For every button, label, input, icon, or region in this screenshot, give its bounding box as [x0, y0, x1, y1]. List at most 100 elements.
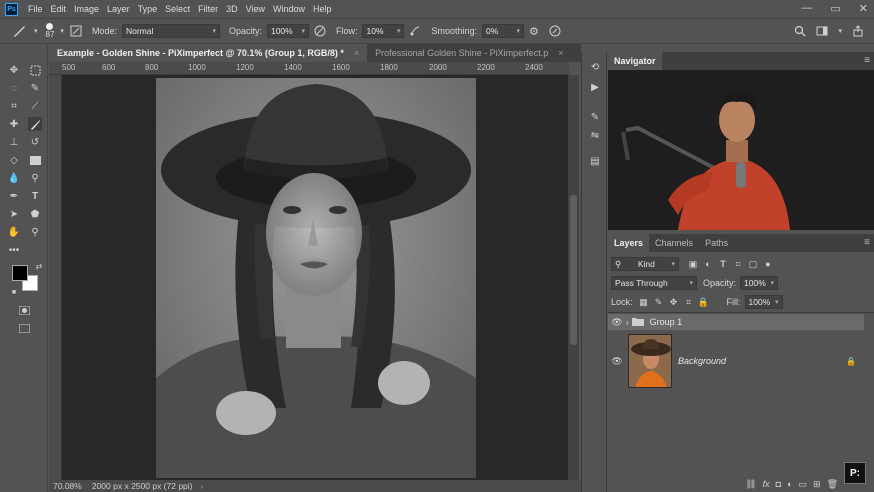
type-tool-icon[interactable]: T: [28, 189, 42, 203]
properties-panel-icon[interactable]: ▤: [587, 154, 603, 168]
brush-preset-picker[interactable]: 87: [46, 23, 54, 39]
link-icon[interactable]: ⛓: [745, 479, 756, 490]
dodge-tool-icon[interactable]: ⚲: [28, 171, 42, 185]
search-icon[interactable]: [794, 25, 806, 37]
vertical-scrollbar[interactable]: [568, 75, 579, 480]
menu-image[interactable]: Image: [72, 4, 105, 14]
default-colors-icon[interactable]: ■: [7, 285, 21, 299]
tab-channels[interactable]: Channels: [649, 234, 699, 252]
pressure-opacity-icon[interactable]: [314, 25, 326, 37]
minimize-button[interactable]: —: [801, 2, 812, 15]
restore-button[interactable]: ▭: [830, 2, 840, 15]
menu-layer[interactable]: Layer: [105, 4, 136, 14]
actions-panel-icon[interactable]: ▶: [587, 80, 603, 94]
expand-chevron-icon[interactable]: ›: [626, 318, 629, 327]
layer-row-group-1[interactable]: 👁 › Group 1: [608, 314, 864, 330]
gear-icon[interactable]: ⚙: [529, 25, 539, 38]
hand-tool-icon[interactable]: ✋: [7, 225, 21, 239]
move-tool-icon[interactable]: ✥: [7, 63, 21, 77]
pen-tool-icon[interactable]: ✒: [7, 189, 21, 203]
clone-stamp-tool-icon[interactable]: ⊥: [7, 135, 21, 149]
screen-mode-icon[interactable]: [17, 321, 31, 335]
tab-layers[interactable]: Layers: [608, 234, 650, 252]
workspace-icon[interactable]: [816, 25, 828, 37]
menu-window[interactable]: Window: [271, 4, 311, 14]
lock-pixels-icon[interactable]: ✎: [653, 297, 665, 308]
brush-tool-icon[interactable]: [28, 117, 42, 131]
quick-mask-icon[interactable]: [17, 303, 31, 317]
history-brush-tool-icon[interactable]: ↺: [28, 135, 42, 149]
visibility-eye-icon[interactable]: 👁: [608, 356, 626, 367]
brush-settings-icon[interactable]: [70, 25, 82, 37]
filter-toggle-icon[interactable]: ●: [762, 259, 774, 269]
document-canvas-image[interactable]: [156, 78, 476, 478]
path-selection-tool-icon[interactable]: ➤: [7, 207, 21, 221]
layer-name[interactable]: Background: [678, 356, 726, 366]
brush-tool-icon[interactable]: [12, 24, 26, 38]
scrollbar-thumb[interactable]: [570, 195, 577, 345]
photoshop-logo[interactable]: Ps: [5, 2, 18, 16]
layer-row-background[interactable]: 👁 Background 🔒: [608, 332, 864, 390]
folder-icon[interactable]: ▭: [799, 479, 808, 490]
blend-mode-select[interactable]: Pass Through ▾: [611, 276, 697, 290]
foreground-color-swatch[interactable]: [12, 265, 28, 281]
mode-select[interactable]: Normal ▾: [121, 24, 220, 38]
lock-all-icon[interactable]: 🔒: [698, 297, 710, 308]
lock-position-icon[interactable]: ✥: [668, 297, 680, 308]
tab-professional-golden-shine[interactable]: Professional Golden Shine - PiXimperfect…: [367, 44, 571, 62]
shape-tool-icon[interactable]: ⬟: [28, 207, 42, 221]
tab-paths[interactable]: Paths: [699, 234, 734, 252]
layer-name[interactable]: Group 1: [650, 317, 683, 327]
fill-field[interactable]: 100% ▾: [744, 295, 783, 309]
lock-artboard-icon[interactable]: ⌗: [683, 297, 695, 308]
marquee-tool-icon[interactable]: [28, 63, 42, 77]
layer-opacity-field[interactable]: 100% ▾: [740, 276, 779, 290]
close-button[interactable]: ✕: [859, 2, 868, 15]
adjustment-filter-icon[interactable]: ◐: [702, 259, 714, 269]
mask-icon[interactable]: ◘: [776, 479, 781, 489]
eyedropper-tool-icon[interactable]: ⟋: [28, 99, 42, 113]
menu-help[interactable]: Help: [311, 4, 338, 14]
adjustment-icon[interactable]: ◐: [787, 479, 792, 489]
panel-menu-icon[interactable]: ≡: [864, 55, 870, 66]
menu-select[interactable]: Select: [163, 4, 196, 14]
close-icon[interactable]: ×: [354, 48, 359, 58]
gradient-tool-icon[interactable]: [28, 153, 42, 167]
flow-field[interactable]: 10% ▾: [362, 24, 405, 38]
tab-example-golden-shine[interactable]: Example - Golden Shine - PiXimperfect @ …: [49, 44, 368, 62]
menu-filter[interactable]: Filter: [196, 4, 224, 14]
chevron-down-icon[interactable]: ▾: [34, 27, 38, 35]
trash-icon[interactable]: 🗑: [827, 479, 838, 490]
swap-colors-icon[interactable]: ⇄: [32, 259, 46, 273]
chevron-down-icon[interactable]: ▾: [60, 27, 64, 35]
zoom-level[interactable]: 70.08%: [49, 481, 86, 491]
new-layer-icon[interactable]: ⊞: [813, 479, 821, 490]
lock-transparency-icon[interactable]: ▦: [638, 297, 650, 308]
status-menu-arrow-icon[interactable]: ›: [201, 481, 204, 491]
kind-filter-select[interactable]: ⚲ Kind ▾: [611, 257, 679, 271]
smart-object-filter-icon[interactable]: ▢: [747, 259, 759, 270]
menu-file[interactable]: File: [26, 4, 49, 14]
blur-tool-icon[interactable]: 💧: [7, 171, 21, 185]
menu-edit[interactable]: Edit: [49, 4, 73, 14]
quick-select-tool-icon[interactable]: ✎: [28, 81, 42, 95]
menu-3d[interactable]: 3D: [224, 4, 244, 14]
lasso-tool-icon[interactable]: ◌: [7, 81, 21, 95]
navigator-preview[interactable]: [608, 70, 874, 230]
smoothing-field[interactable]: 0% ▾: [482, 24, 525, 38]
tab-navigator[interactable]: Navigator: [608, 52, 662, 70]
airbrush-icon[interactable]: [409, 25, 421, 37]
pixel-filter-icon[interactable]: ▣: [687, 259, 699, 270]
chevron-down-icon[interactable]: ▾: [838, 27, 842, 35]
type-filter-icon[interactable]: T: [717, 259, 729, 269]
fx-icon[interactable]: fx: [763, 479, 770, 489]
close-icon[interactable]: ×: [558, 48, 563, 58]
opacity-field[interactable]: 100% ▾: [266, 24, 309, 38]
history-panel-icon[interactable]: ⟲: [587, 60, 603, 74]
menu-view[interactable]: View: [244, 4, 271, 14]
adjustments-panel-icon[interactable]: ⇋: [587, 128, 603, 142]
share-icon[interactable]: [852, 25, 864, 37]
menu-type[interactable]: Type: [136, 4, 164, 14]
healing-brush-tool-icon[interactable]: ✚: [7, 117, 21, 131]
crop-tool-icon[interactable]: ⌗: [7, 99, 21, 113]
